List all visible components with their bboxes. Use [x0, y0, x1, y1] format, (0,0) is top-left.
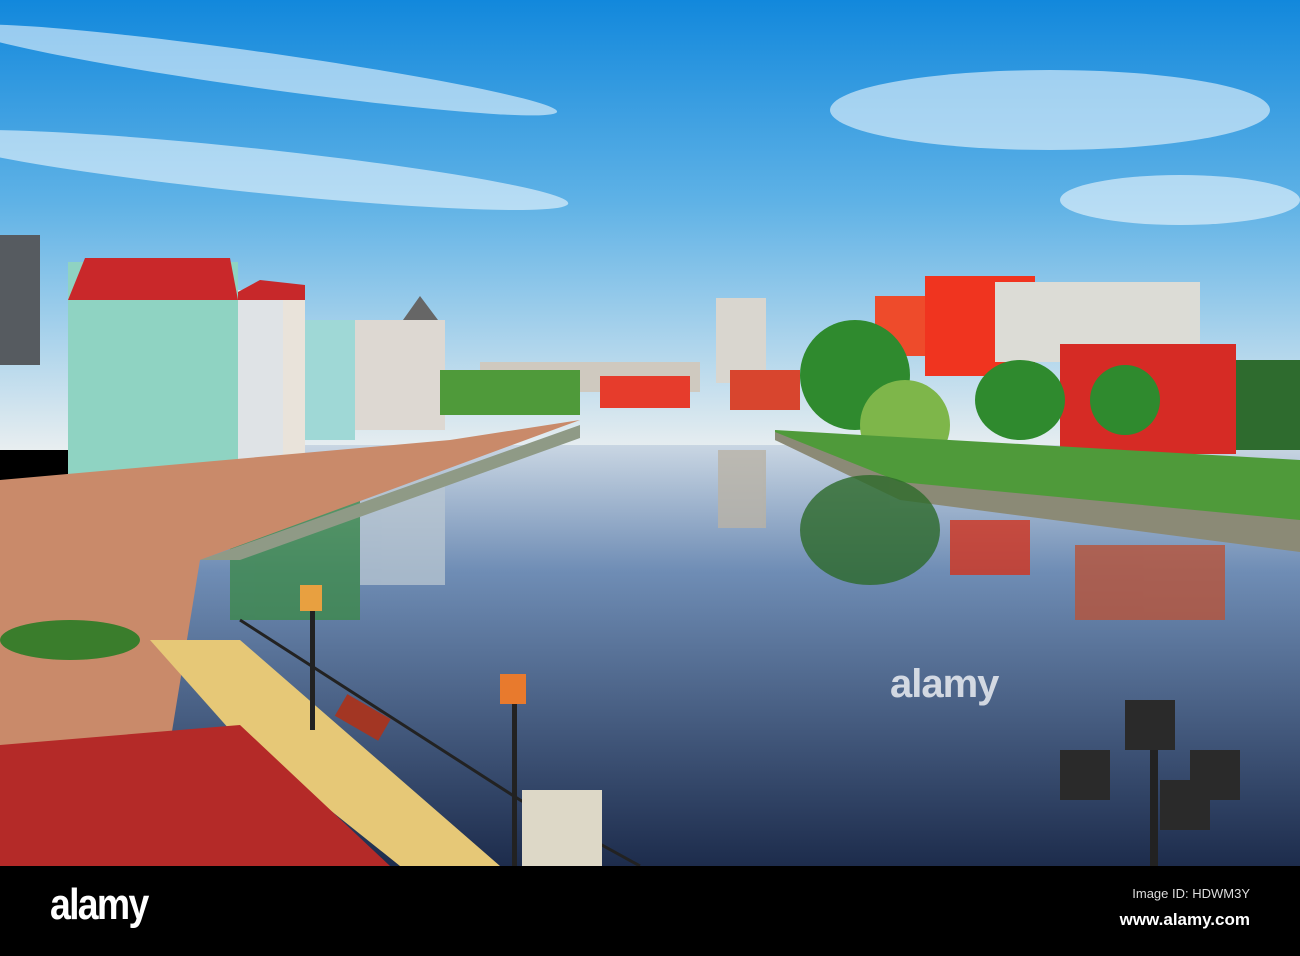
watermark: alamy [890, 662, 999, 706]
footer-bar: alamy Image ID: HDWM3Y www.alamy.com [0, 866, 1300, 956]
alamy-logo: alamy [50, 880, 149, 929]
left-trees-far [440, 370, 580, 415]
hedge [0, 620, 140, 660]
stock-photo: alamy alamy Image ID: HDWM3Y www.alamy.c… [0, 0, 1300, 956]
river-scene-image [0, 0, 1300, 866]
image-id: Image ID: HDWM3Y [1132, 886, 1250, 901]
website-link[interactable]: www.alamy.com [1120, 910, 1250, 930]
wall-post [522, 790, 602, 866]
